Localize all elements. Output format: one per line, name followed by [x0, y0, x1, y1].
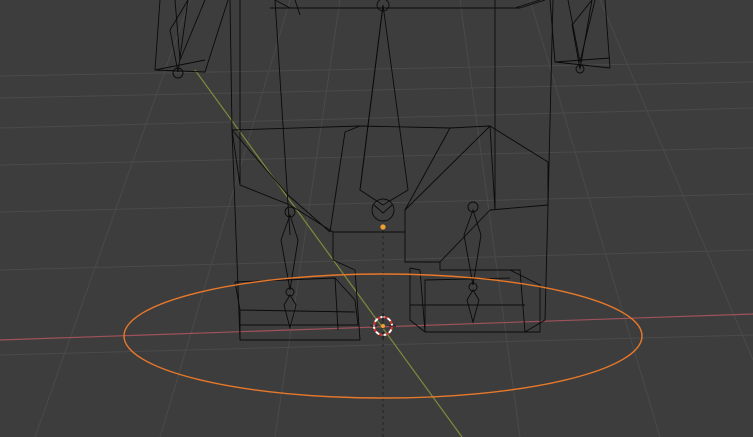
y-axis-line [194, 69, 463, 437]
origin-point[interactable] [380, 224, 386, 230]
3d-viewport[interactable] [0, 0, 753, 437]
character-mesh[interactable] [154, 0, 611, 341]
